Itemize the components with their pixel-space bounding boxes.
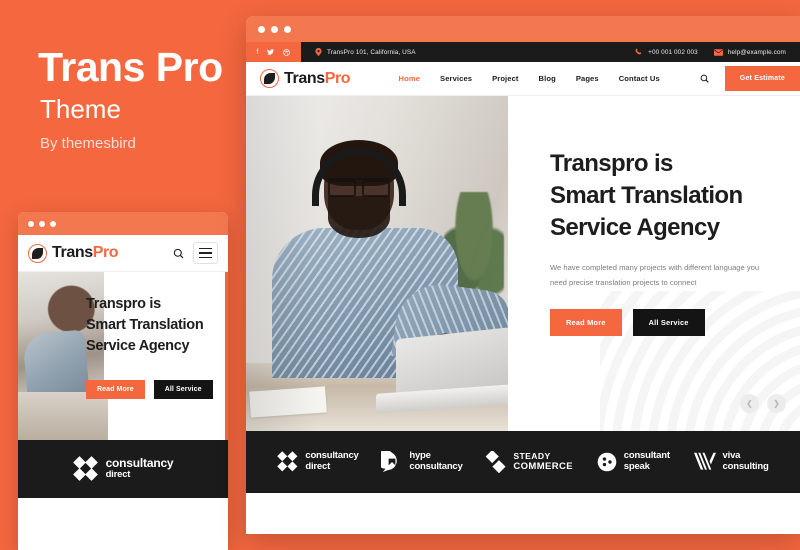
window-dot-maximize-icon[interactable] — [284, 25, 291, 33]
main-navbar: TransPro Home Services Project Blog Page… — [246, 62, 800, 96]
read-more-button[interactable]: Read More — [550, 309, 622, 337]
striped-v-icon — [693, 451, 717, 473]
brand-label: consultant speak — [623, 450, 670, 472]
twitter-icon[interactable] — [267, 48, 275, 56]
brand-label: viva consulting — [722, 450, 769, 472]
speech-bubble-icon — [381, 451, 403, 473]
brand-logo-viva-consulting[interactable]: viva consulting — [693, 451, 769, 473]
site-logo[interactable]: TransPro — [260, 69, 351, 88]
search-icon[interactable] — [173, 248, 184, 259]
brand-logo-consultancy-direct[interactable]: consultancy direct — [72, 455, 174, 482]
email-text: help@example.com — [727, 48, 786, 56]
transpro-globe-logo-icon — [28, 243, 47, 263]
search-icon[interactable] — [700, 74, 709, 83]
window-titlebar-small — [18, 212, 228, 235]
brand-label: consultancy direct — [305, 450, 359, 472]
email-item[interactable]: help@example.com — [713, 48, 786, 56]
nav-link-services[interactable]: Services — [440, 74, 472, 83]
all-service-button-small[interactable]: All Service — [153, 380, 213, 399]
mobile-navbar: TransPro — [18, 235, 228, 272]
phone-icon — [635, 48, 643, 56]
hero-slider-controls: ❮ ❯ — [740, 394, 786, 413]
get-estimate-button[interactable]: Get Estimate — [724, 66, 800, 91]
hero-heading-line-1: Transpro is — [86, 296, 161, 312]
social-links: f — [246, 42, 301, 62]
promo-subtitle: Theme — [40, 94, 121, 124]
logo-text-small: TransPro — [52, 244, 119, 261]
mobile-brand-strip: consultancy direct — [18, 440, 228, 498]
mobile-footer-blank — [18, 498, 228, 550]
brand-logo-consultant-speak[interactable]: consultant speak — [596, 451, 670, 473]
mobile-preview-window: TransPro Transpro is Smart Translation S… — [18, 212, 228, 550]
nav-link-contact-us[interactable]: Contact Us — [619, 74, 660, 83]
hero-photo — [246, 96, 508, 431]
site-logo-small[interactable]: TransPro — [28, 243, 119, 263]
nav-link-blog[interactable]: Blog — [539, 74, 556, 83]
nav-link-project[interactable]: Project — [492, 74, 518, 83]
hero-paragraph: We have completed many projects with dif… — [550, 262, 760, 287]
brand-logo-hype-consultancy[interactable]: hype consultancy — [381, 450, 463, 473]
brand-logo-consultancy-direct[interactable]: consultancy direct — [277, 450, 359, 473]
partner-brand-strip: consultancy direct hype consultancy STEA… — [246, 431, 800, 493]
hero-heading-line-2: Smart Translation — [550, 181, 743, 209]
chevron-left-icon[interactable]: ❮ — [740, 394, 759, 413]
hero-heading: Transpro is Smart Translation Service Ag… — [550, 148, 782, 244]
brand-logo-steady-commerce[interactable]: STEADY COMMERCE — [485, 451, 573, 473]
four-diamonds-icon — [72, 456, 99, 482]
brand-label-consultancy-direct: consultancy direct — [105, 455, 174, 481]
window-dot-close-icon[interactable] — [28, 220, 34, 227]
mobile-hero-heading: Transpro is Smart Translation Service Ag… — [86, 294, 204, 357]
hero-heading-line-3: Service Agency — [550, 213, 720, 241]
nav-links: Home Services Project Blog Pages Contact… — [399, 74, 709, 83]
nav-link-home[interactable]: Home — [399, 74, 421, 83]
top-info-bar: f TransPro 101, California, USA +00 001 … — [246, 42, 800, 62]
desktop-preview-window: f TransPro 101, California, USA +00 001 … — [246, 16, 800, 534]
hero-section: Transpro is Smart Translation Service Ag… — [246, 96, 800, 431]
dribbble-icon[interactable] — [283, 48, 291, 56]
two-diamonds-icon — [485, 451, 507, 473]
contact-block: +00 001 002 003 help@example.com — [635, 42, 800, 62]
all-service-button[interactable]: All Service — [632, 309, 705, 337]
nav-link-pages[interactable]: Pages — [576, 74, 599, 83]
brand-label: STEADY COMMERCE — [513, 450, 574, 472]
hero-heading-line-1: Transpro is — [550, 150, 673, 177]
window-dot-maximize-icon[interactable] — [50, 220, 56, 227]
window-titlebar-big — [246, 16, 800, 42]
envelope-icon — [713, 48, 723, 56]
hero-heading-line-3: Service Agency — [86, 338, 190, 355]
hamburger-menu-icon[interactable] — [193, 242, 218, 264]
window-dot-close-icon[interactable] — [258, 25, 265, 33]
phone-item[interactable]: +00 001 002 003 — [635, 48, 698, 56]
four-diamonds-icon — [277, 451, 299, 473]
address-block: TransPro 101, California, USA — [301, 42, 635, 62]
phone-text: +00 001 002 003 — [648, 48, 698, 56]
transpro-globe-logo-icon — [260, 69, 279, 88]
facebook-icon[interactable]: f — [257, 49, 259, 56]
location-pin-icon — [315, 48, 322, 56]
promo-title: Trans Pro — [38, 44, 223, 90]
hero-heading-line-2: Smart Translation — [86, 317, 204, 334]
window-dot-minimize-icon[interactable] — [39, 220, 45, 227]
address-text: TransPro 101, California, USA — [327, 48, 416, 56]
promo-author: By themesbird — [40, 135, 136, 152]
logo-text: TransPro — [284, 69, 351, 87]
chevron-right-icon[interactable]: ❯ — [767, 394, 786, 413]
read-more-button-small[interactable]: Read More — [86, 380, 145, 399]
brand-label: hype consultancy — [409, 450, 463, 472]
circle-face-icon — [596, 451, 618, 473]
window-dot-minimize-icon[interactable] — [271, 25, 278, 33]
hero-accent-edge — [225, 272, 228, 440]
hero-buttons: Read More All Service — [550, 309, 782, 337]
hero-text-panel: Transpro is Smart Translation Service Ag… — [508, 96, 800, 431]
mobile-hero-buttons: Read More All Service — [86, 380, 213, 399]
mobile-hero-section: Transpro is Smart Translation Service Ag… — [18, 272, 228, 440]
